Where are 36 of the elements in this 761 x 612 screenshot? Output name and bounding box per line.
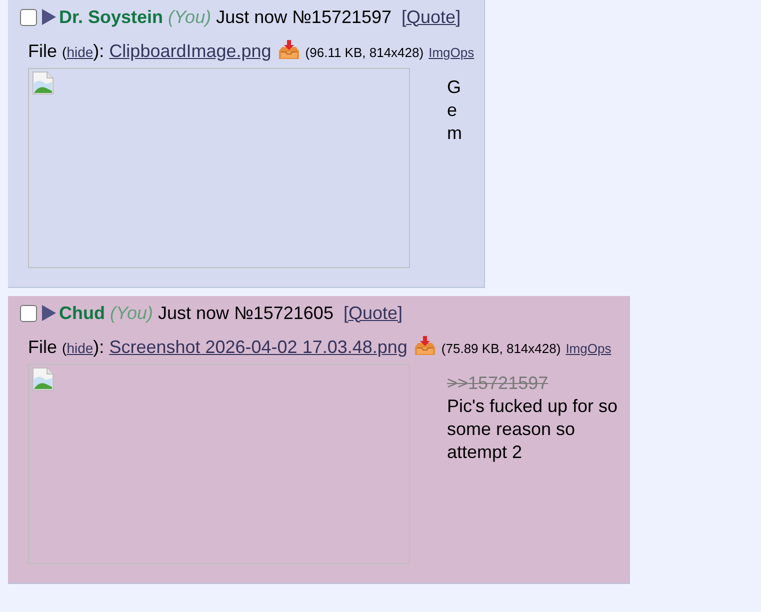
poster-name: Dr. Soystein (59, 6, 164, 28)
post-time: Just now (216, 6, 288, 28)
hide-link[interactable]: hide (66, 340, 94, 356)
file-label: File (28, 337, 58, 358)
download-icon[interactable] (277, 39, 302, 61)
file-info: (96.11 KB, 814x428) (305, 45, 424, 60)
quote-link[interactable]: [Quote] (402, 6, 461, 28)
file-info: (75.89 KB, 814x428) (441, 341, 561, 356)
poster-name: Chud (59, 302, 105, 324)
broken-image-icon (31, 367, 55, 391)
select-checkbox[interactable] (20, 304, 37, 322)
file-name-link[interactable]: ClipboardImage.png (109, 41, 272, 62)
expand-triangle-icon[interactable] (41, 304, 57, 322)
paren-text: ): (93, 41, 104, 62)
post-message: G e m (447, 76, 462, 145)
thumbnail-frame[interactable] (28, 68, 410, 268)
download-icon[interactable] (413, 335, 438, 357)
paren-text: ( (62, 44, 67, 60)
you-marker: (You) (110, 302, 154, 324)
expand-triangle-icon[interactable] (41, 8, 57, 26)
post-number: №15721605 (234, 302, 334, 324)
you-marker: (You) (168, 6, 212, 28)
post-time: Just now (158, 302, 230, 324)
imgops-link[interactable]: ImgOps (428, 45, 474, 60)
quote-link[interactable]: [Quote] (343, 302, 403, 324)
file-label: File (28, 41, 58, 62)
post-number: №15721597 (292, 6, 392, 28)
imgops-link[interactable]: ImgOps (566, 341, 612, 356)
post-message: Pic's fucked up for so some reason so attempt 2 (447, 395, 619, 464)
paren-text: ): (93, 337, 104, 358)
broken-image-icon (31, 71, 55, 95)
select-checkbox[interactable] (20, 8, 37, 26)
paren-text: ( (62, 340, 67, 356)
file-name-link[interactable]: Screenshot 2026-04-02 17.03.48.png (109, 337, 408, 358)
thumbnail-frame[interactable] (28, 364, 410, 564)
hide-link[interactable]: hide (66, 44, 94, 60)
